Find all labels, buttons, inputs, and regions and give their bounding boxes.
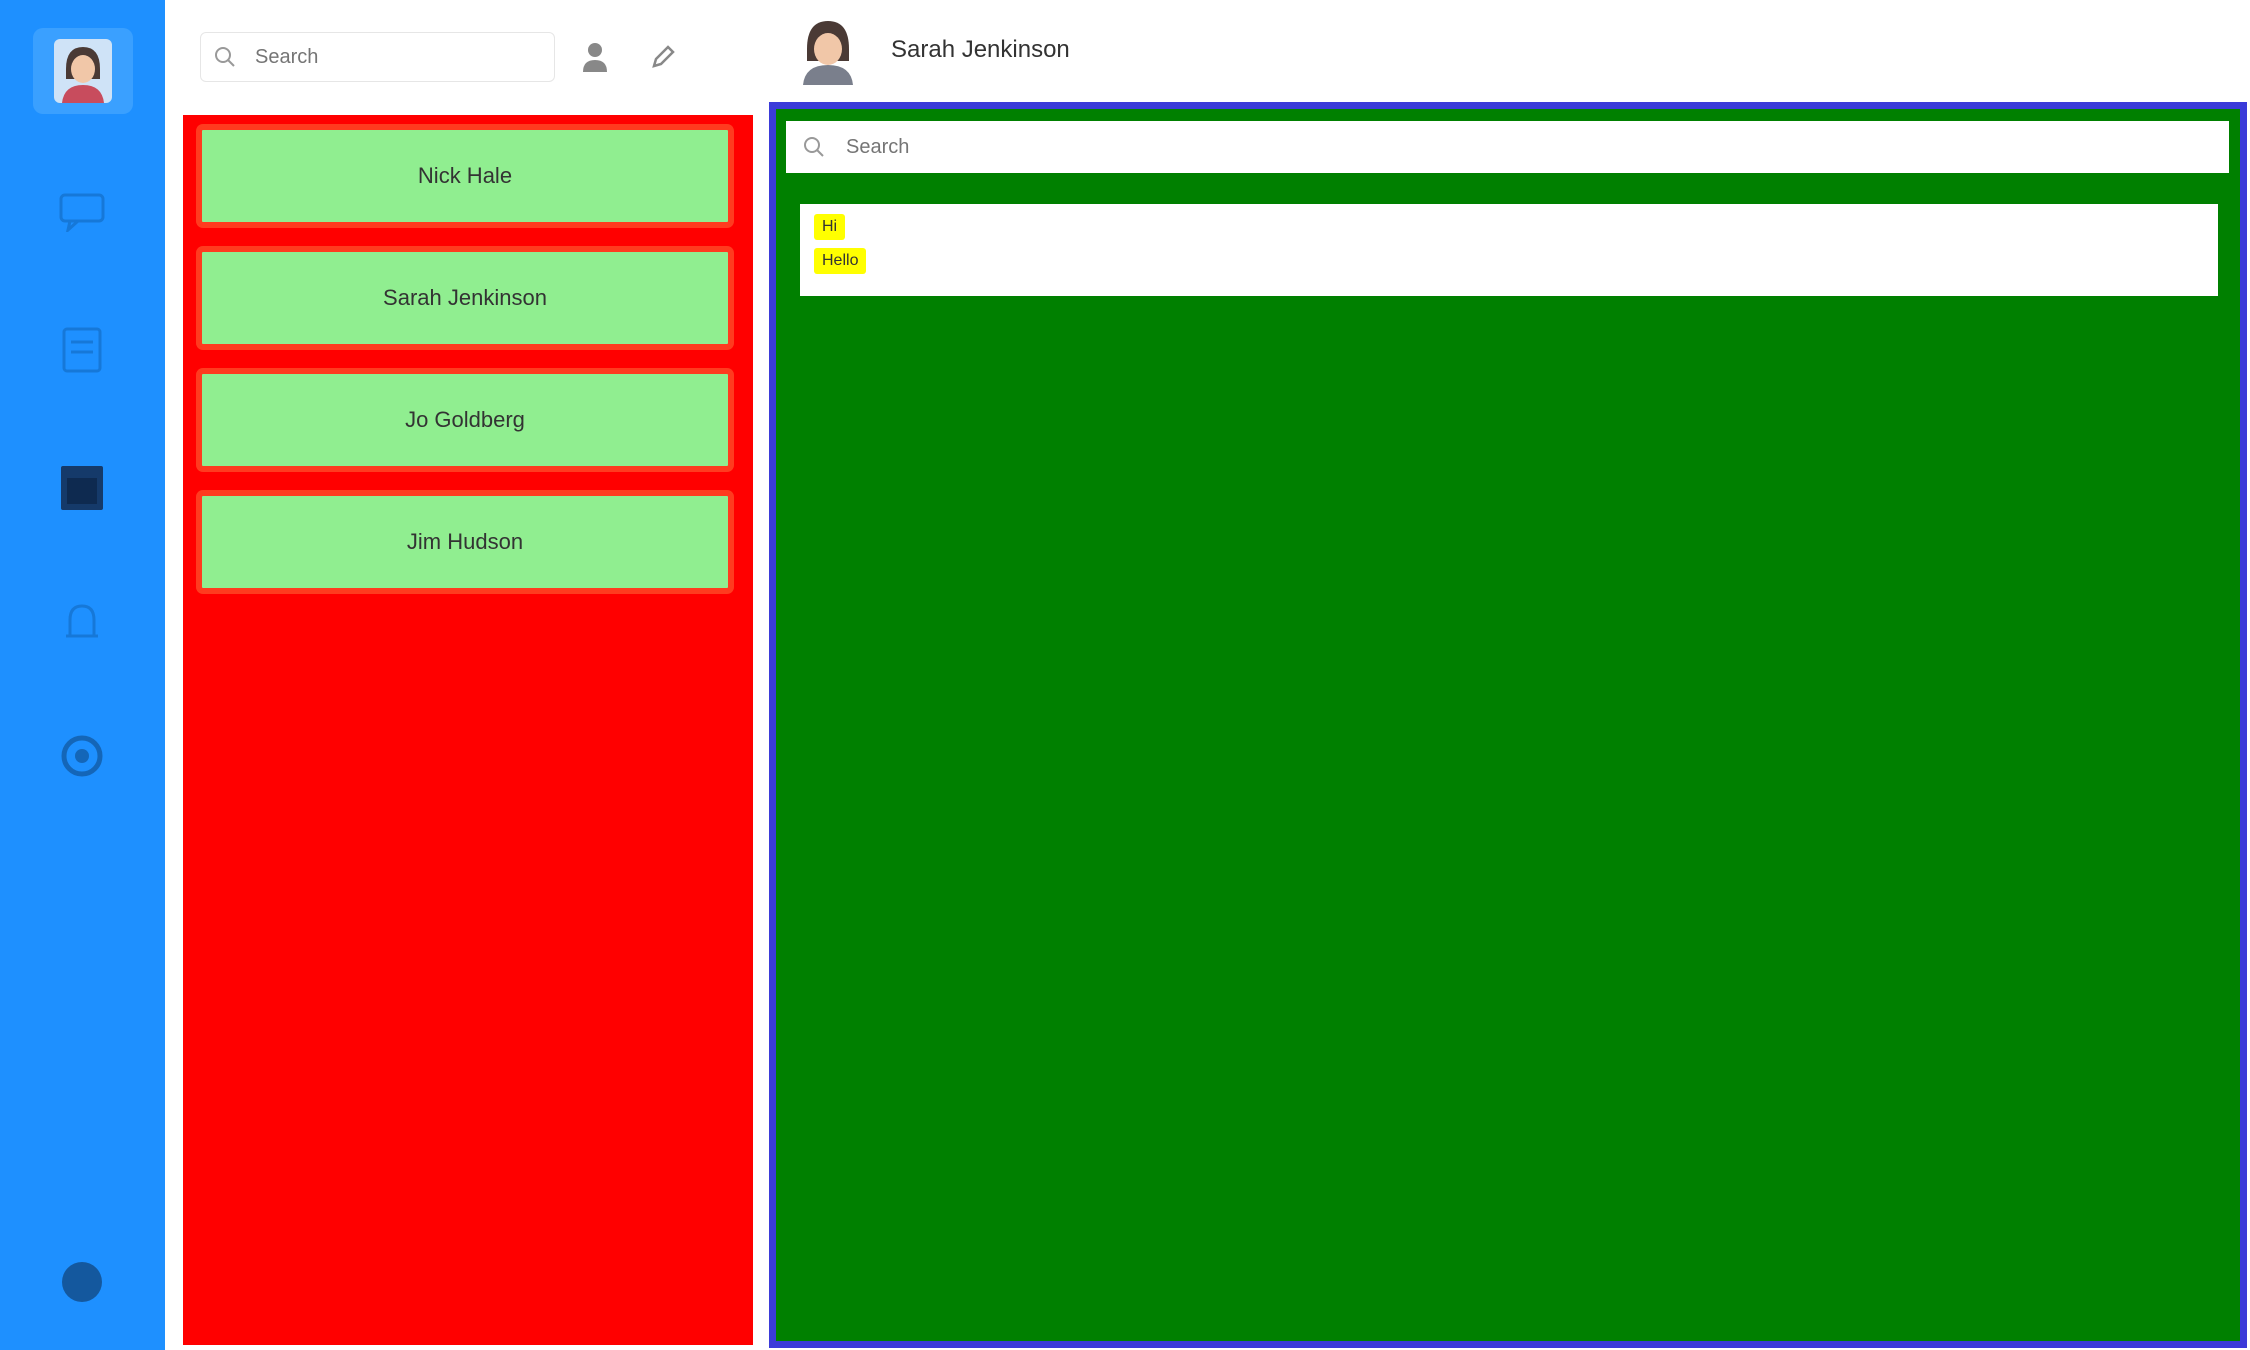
chat-search-box[interactable]: [200, 32, 555, 82]
message-bubble: Hello: [814, 248, 867, 274]
bell-icon[interactable]: [52, 594, 112, 654]
chat-list-item[interactable]: Sarah Jenkinson: [199, 249, 731, 347]
conversation-panel: Sarah Jenkinson Hi Hello: [765, 0, 2250, 1350]
sidebar-rail: [0, 0, 165, 1350]
message-item: Hello: [814, 248, 2204, 274]
message-list: Hi Hello: [800, 204, 2218, 296]
message-area: Hi Hello: [769, 102, 2247, 1348]
edit-icon: [652, 45, 675, 68]
profile-avatar-button[interactable]: [33, 28, 133, 114]
chat-list-toolbar: [200, 24, 745, 90]
new-chat-button[interactable]: [635, 29, 691, 85]
message-search-input[interactable]: [844, 134, 1448, 160]
message-bubble: Hi: [814, 214, 846, 240]
chat-list-item[interactable]: Nick Hale: [199, 127, 731, 225]
settings-icon[interactable]: [52, 726, 112, 786]
calendar-icon[interactable]: [52, 458, 112, 518]
avatar: [54, 39, 112, 103]
chat-icon[interactable]: [52, 182, 112, 242]
avatar: [803, 21, 853, 85]
chat-list-panel: Nick Hale Sarah Jenkinson Jo Goldberg Ji…: [180, 0, 755, 1350]
add-contact-button[interactable]: [567, 29, 623, 85]
chat-list-item[interactable]: Jo Goldberg: [199, 371, 731, 469]
contacts-icon[interactable]: [52, 320, 112, 380]
chat-app: Nick Hale Sarah Jenkinson Jo Goldberg Ji…: [0, 0, 2250, 1350]
chat-search-input[interactable]: [253, 44, 507, 70]
add-user-icon: [583, 43, 607, 72]
logout-icon[interactable]: [52, 1252, 112, 1312]
chat-list: Nick Hale Sarah Jenkinson Jo Goldberg Ji…: [183, 115, 753, 1345]
contact-avatar[interactable]: [795, 15, 861, 85]
search-icon: [215, 47, 235, 67]
chat-list-item[interactable]: Jim Hudson: [199, 493, 731, 591]
message-search-box[interactable]: [786, 121, 2229, 173]
message-item: Hi: [814, 214, 2204, 240]
contact-name: Sarah Jenkinson: [891, 36, 1070, 63]
conversation-header: Sarah Jenkinson: [765, 0, 2250, 100]
search-icon: [804, 137, 824, 157]
